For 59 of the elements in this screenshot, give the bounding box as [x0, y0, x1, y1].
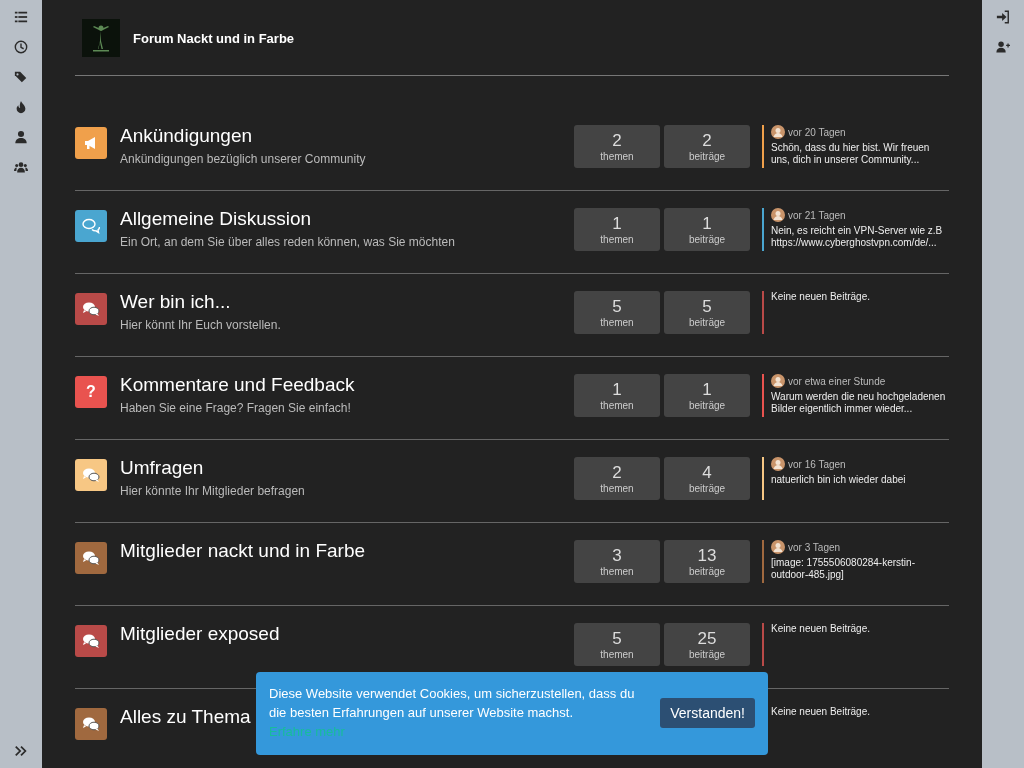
last-post-text[interactable]: Keine neuen Beiträge. [771, 291, 949, 303]
topics-count: 5 themen [574, 291, 660, 334]
post-time[interactable]: vor 16 Tagen [788, 458, 846, 470]
user-icon[interactable] [14, 130, 28, 144]
topics-count: 3 themen [574, 540, 660, 583]
category-description: Hier könnt Ihr Euch vorstellen. [120, 318, 281, 332]
clock-icon[interactable] [14, 40, 28, 54]
post-time[interactable]: vor etwa einer Stunde [788, 375, 886, 387]
last-post-text[interactable]: natuerlich bin ich wieder dabei [771, 474, 949, 486]
category-description: Hier könnte Ihr Mitglieder befragen [120, 484, 305, 498]
list-icon[interactable] [14, 10, 28, 24]
post-time[interactable]: vor 20 Tagen [788, 126, 846, 138]
category-description: Ankündigungen bezüglich unserer Community [120, 152, 366, 166]
posts-count: 4 beiträge [664, 457, 750, 500]
category-title[interactable]: Mitglieder nackt und in Farbe [120, 540, 365, 562]
users-icon[interactable] [14, 160, 28, 174]
category-title[interactable]: Umfragen [120, 457, 204, 479]
last-post-text[interactable]: Warum werden die neu hochgeladenen Bilder eigentlich immer wieder... [771, 391, 949, 415]
user-avatar[interactable] [771, 457, 785, 471]
accept-button[interactable]: Verstanden! [660, 698, 755, 728]
posts-count: 5 beiträge [664, 291, 750, 334]
fire-icon[interactable] [14, 100, 28, 114]
last-post-text[interactable]: Keine neuen Beiträge. [771, 706, 949, 718]
expand-icon[interactable] [14, 744, 28, 758]
add-user-icon[interactable] [996, 40, 1010, 54]
category-title[interactable]: Wer bin ich... [120, 291, 231, 313]
user-avatar[interactable] [771, 540, 785, 554]
posts-count: 13 beiträge [664, 540, 750, 583]
posts-count: 25 beiträge [664, 623, 750, 666]
category-title[interactable]: Mitglieder exposed [120, 623, 280, 645]
topics-count: 2 themen [574, 125, 660, 168]
posts-count: 2 beiträge [664, 125, 750, 168]
category-title[interactable]: Ankündigungen [120, 125, 253, 147]
user-avatar[interactable] [771, 208, 785, 222]
posts-count: 1 beiträge [664, 374, 750, 417]
logo-icon[interactable] [82, 19, 120, 57]
category-title[interactable]: Kommentare und Feedback [120, 374, 355, 396]
topics-count: 1 themen [574, 374, 660, 417]
forum-title[interactable]: Forum Nackt und in Farbe [133, 30, 295, 46]
last-post-text[interactable]: Schön, dass du hier bist. Wir freuen uns, dich in unserer Community... [771, 142, 949, 166]
category-description: Haben Sie eine Frage? Fragen Sie einfach! [120, 401, 351, 415]
topics-count: 5 themen [574, 623, 660, 666]
cookie-message: Diese Website verwendet Cookies, um sicherzustellen, dass du die besten Erfahrungen auf unserer Website machst. Erfahre mehr [269, 685, 636, 741]
tags-icon[interactable] [14, 70, 28, 84]
category-title[interactable]: Allgemeine Diskussion [120, 208, 312, 230]
category-description: Ein Ort, an dem Sie über alles reden können, was Sie möchten [120, 235, 455, 249]
post-time[interactable]: vor 3 Tagen [788, 541, 841, 553]
last-post-text[interactable]: Nein, es reicht ein VPN-Server wie z.B https://www.cyberghostvpn.com/de/... [771, 225, 949, 249]
posts-count: 1 beiträge [664, 208, 750, 251]
topics-count: 2 themen [574, 457, 660, 500]
topics-count: 1 themen [574, 208, 660, 251]
user-avatar[interactable] [771, 125, 785, 139]
category-title[interactable]: Alles zu Thema [120, 706, 251, 728]
login-icon[interactable] [996, 10, 1010, 24]
category-icon: ? [75, 376, 107, 408]
last-post-text[interactable]: [image: 1755506080284-kerstin-outdoor-485.jpg] [771, 557, 949, 581]
post-time[interactable]: vor 21 Tagen [788, 209, 846, 221]
user-avatar[interactable] [771, 374, 785, 388]
last-post-text[interactable]: Keine neuen Beiträge. [771, 623, 949, 635]
